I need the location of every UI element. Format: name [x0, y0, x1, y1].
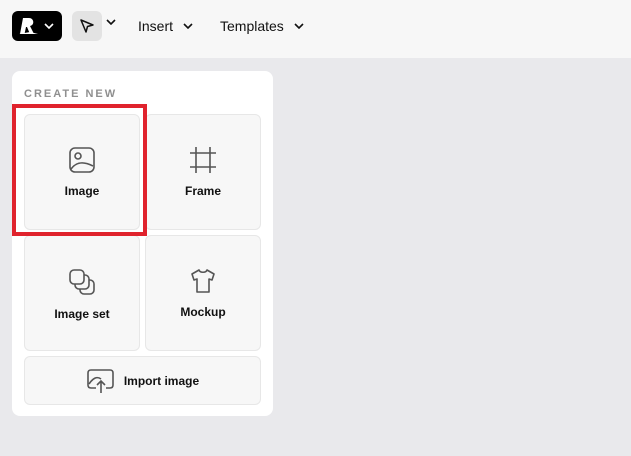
import-image-icon: [86, 368, 116, 394]
image-set-icon: [67, 267, 97, 297]
create-frame-tile[interactable]: Frame: [145, 114, 261, 230]
tile-label: Mockup: [180, 305, 226, 319]
insert-menu[interactable]: Insert: [138, 16, 193, 36]
create-mockup-tile[interactable]: Mockup: [145, 235, 261, 351]
select-tool-button[interactable]: [72, 11, 102, 41]
tile-label: Image set: [54, 307, 110, 321]
highlight-box: [12, 104, 147, 236]
chevron-down-icon: [183, 23, 193, 29]
templates-menu[interactable]: Templates: [220, 16, 304, 36]
chevron-down-icon: [44, 23, 54, 29]
tshirt-icon: [189, 267, 217, 295]
import-image-button[interactable]: Import image: [24, 356, 261, 405]
frame-crop-icon: [189, 146, 217, 174]
top-toolbar: Insert Templates: [0, 0, 631, 58]
chevron-down-icon: [294, 23, 304, 29]
tile-label: Frame: [184, 184, 222, 198]
cursor-arrow-icon: [78, 17, 96, 35]
templates-menu-label: Templates: [220, 18, 284, 34]
logo-menu-button[interactable]: [12, 11, 62, 41]
insert-menu-label: Insert: [138, 18, 174, 34]
chevron-down-icon[interactable]: [106, 19, 116, 25]
brand-logo-icon: [18, 16, 40, 36]
section-title: CREATE NEW: [24, 88, 118, 100]
create-image-set-tile[interactable]: Image set: [24, 235, 140, 351]
import-image-label: Import image: [123, 373, 200, 388]
